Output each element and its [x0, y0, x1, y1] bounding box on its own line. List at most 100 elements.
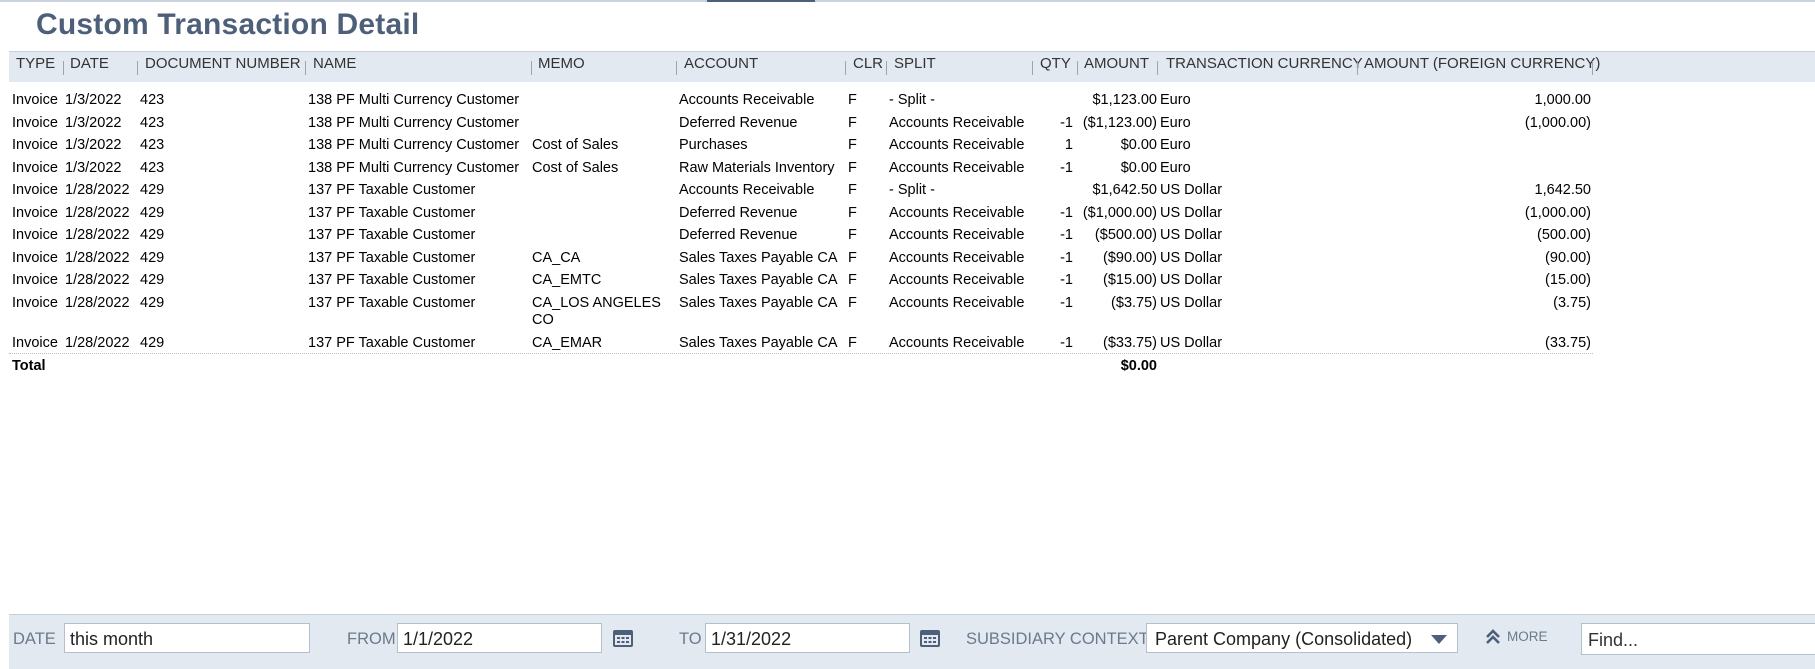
cell-type[interactable]: Invoice — [12, 227, 58, 243]
col-resize-handle[interactable] — [886, 61, 887, 75]
cell-type[interactable]: Invoice — [12, 182, 58, 198]
cell-name[interactable]: 138 PF Multi Currency Customer — [308, 92, 519, 108]
cell-name[interactable]: 137 PF Taxable Customer — [308, 205, 475, 221]
col-header-account[interactable]: ACCOUNT — [684, 55, 758, 72]
subsidiary-context-select[interactable]: Parent Company (Consolidated) — [1146, 623, 1458, 653]
col-header-name[interactable]: NAME — [313, 55, 356, 72]
col-header-transaction-currency[interactable]: TRANSACTION CURRENCY — [1166, 55, 1363, 72]
cell-type[interactable]: Invoice — [12, 160, 58, 176]
table-header: TYPE DATE DOCUMENT NUMBER NAME MEMO ACCO… — [9, 51, 1815, 82]
col-header-memo[interactable]: MEMO — [538, 55, 585, 72]
table-row[interactable]: Invoice 1/28/2022 429 137 PF Taxable Cus… — [9, 268, 1815, 291]
col-resize-handle[interactable] — [1157, 61, 1158, 75]
from-date-input[interactable]: 1/1/2022 — [397, 623, 602, 653]
cell-name[interactable]: 138 PF Multi Currency Customer — [308, 137, 519, 153]
cell-type[interactable]: Invoice — [12, 295, 58, 311]
cell-type[interactable]: Invoice — [12, 335, 58, 351]
col-resize-handle[interactable] — [1077, 61, 1078, 75]
col-header-document-number[interactable]: DOCUMENT NUMBER — [145, 55, 301, 72]
col-resize-handle[interactable] — [845, 61, 846, 75]
col-resize-handle[interactable] — [63, 61, 64, 75]
cell-type[interactable]: Invoice — [12, 205, 58, 221]
page-title: Custom Transaction Detail — [36, 8, 420, 41]
to-date-input[interactable]: 1/31/2022 — [705, 623, 910, 653]
table-row[interactable]: Invoice 1/28/2022 429 137 PF Taxable Cus… — [9, 331, 1593, 354]
date-filter-input[interactable]: this month — [64, 623, 310, 653]
col-header-amount[interactable]: AMOUNT — [1084, 55, 1149, 72]
cell-qty: 1 — [1064, 137, 1073, 153]
table-row[interactable]: Invoice 1/3/2022 423 138 PF Multi Curren… — [9, 111, 1815, 134]
col-resize-handle[interactable] — [1592, 61, 1593, 75]
cell-document-number[interactable]: 423 — [140, 137, 164, 153]
table-row[interactable]: Invoice 1/28/2022 429 137 PF Taxable Cus… — [9, 291, 1815, 331]
col-header-qty[interactable]: QTY — [1040, 55, 1071, 72]
calendar-icon[interactable] — [919, 628, 941, 648]
table-row[interactable]: Invoice 1/3/2022 423 138 PF Multi Curren… — [9, 156, 1815, 179]
cell-memo: CA_LOS ANGELES CO — [532, 294, 661, 328]
cell-amount-foreign: (3.75) — [1553, 294, 1591, 311]
active-tab-indicator — [707, 0, 815, 2]
col-header-split[interactable]: SPLIT — [894, 55, 936, 72]
col-resize-handle[interactable] — [1357, 61, 1358, 75]
cell-amount: $1,642.50 — [1092, 182, 1157, 198]
calendar-icon[interactable] — [612, 628, 634, 648]
cell-split: Accounts Receivable — [889, 294, 1025, 311]
cell-name[interactable]: 137 PF Taxable Customer — [308, 335, 475, 351]
cell-amount: $0.00 — [1120, 137, 1157, 153]
cell-account: Deferred Revenue — [679, 227, 798, 243]
cell-name[interactable]: 137 PF Taxable Customer — [308, 272, 475, 288]
col-header-date[interactable]: DATE — [70, 55, 109, 72]
cell-document-number[interactable]: 429 — [140, 182, 164, 198]
col-header-amount-foreign-currency[interactable]: AMOUNT (FOREIGN CURRENCY) — [1364, 55, 1600, 72]
cell-type[interactable]: Invoice — [12, 250, 58, 266]
col-resize-handle[interactable] — [305, 61, 306, 75]
table-row[interactable]: Invoice 1/28/2022 429 137 PF Taxable Cus… — [9, 223, 1815, 246]
table-row[interactable]: Invoice 1/3/2022 423 138 PF Multi Curren… — [9, 133, 1815, 156]
more-label: MORE — [1507, 629, 1548, 644]
find-input[interactable]: Find... — [1581, 623, 1815, 655]
cell-account: Purchases — [679, 137, 748, 153]
cell-split: Accounts Receivable — [889, 334, 1025, 351]
cell-type[interactable]: Invoice — [12, 92, 58, 108]
cell-name[interactable]: 137 PF Taxable Customer — [308, 182, 475, 198]
cell-account: Accounts Receivable — [679, 92, 815, 108]
table-row[interactable]: Invoice 1/28/2022 429 137 PF Taxable Cus… — [9, 178, 1815, 201]
table-row[interactable]: Invoice 1/28/2022 429 137 PF Taxable Cus… — [9, 246, 1815, 269]
table-row[interactable]: Invoice 1/3/2022 423 138 PF Multi Curren… — [9, 88, 1815, 111]
cell-account: Raw Materials Inventory — [679, 159, 835, 176]
cell-name[interactable]: 138 PF Multi Currency Customer — [308, 115, 519, 131]
cell-name[interactable]: 137 PF Taxable Customer — [308, 227, 475, 243]
cell-qty: -1 — [1060, 334, 1073, 351]
cell-split: Accounts Receivable — [889, 249, 1025, 266]
cell-document-number[interactable]: 429 — [140, 272, 164, 288]
cell-document-number[interactable]: 429 — [140, 250, 164, 266]
col-resize-handle[interactable] — [1032, 61, 1033, 75]
cell-date: 1/3/2022 — [65, 137, 122, 153]
cell-name[interactable]: 137 PF Taxable Customer — [308, 250, 475, 266]
table-row[interactable]: Invoice 1/28/2022 429 137 PF Taxable Cus… — [9, 201, 1815, 224]
cell-document-number[interactable]: 429 — [140, 205, 164, 221]
cell-account: Sales Taxes Payable CA — [679, 272, 838, 288]
cell-type[interactable]: Invoice — [12, 272, 58, 288]
cell-document-number[interactable]: 423 — [140, 160, 164, 176]
cell-split: Accounts Receivable — [889, 272, 1025, 288]
cell-name[interactable]: 138 PF Multi Currency Customer — [308, 160, 519, 176]
cell-type[interactable]: Invoice — [12, 115, 58, 131]
cell-document-number[interactable]: 429 — [140, 295, 164, 311]
cell-amount-foreign: (90.00) — [1545, 249, 1591, 266]
cell-clr: F — [848, 137, 857, 153]
cell-document-number[interactable]: 429 — [140, 227, 164, 243]
cell-type[interactable]: Invoice — [12, 137, 58, 153]
col-resize-handle[interactable] — [676, 61, 677, 75]
col-resize-handle[interactable] — [137, 61, 138, 75]
cell-document-number[interactable]: 423 — [140, 115, 164, 131]
col-header-type[interactable]: TYPE — [16, 55, 55, 72]
cell-document-number[interactable]: 429 — [140, 335, 164, 351]
cell-transaction-currency: US Dollar — [1160, 204, 1223, 221]
more-button[interactable]: MORE — [1485, 629, 1548, 645]
cell-name[interactable]: 137 PF Taxable Customer — [308, 295, 475, 311]
col-resize-handle[interactable] — [531, 61, 532, 75]
cell-amount: ($3.75) — [1111, 294, 1157, 311]
col-header-clr[interactable]: CLR — [853, 55, 883, 72]
cell-document-number[interactable]: 423 — [140, 92, 164, 108]
